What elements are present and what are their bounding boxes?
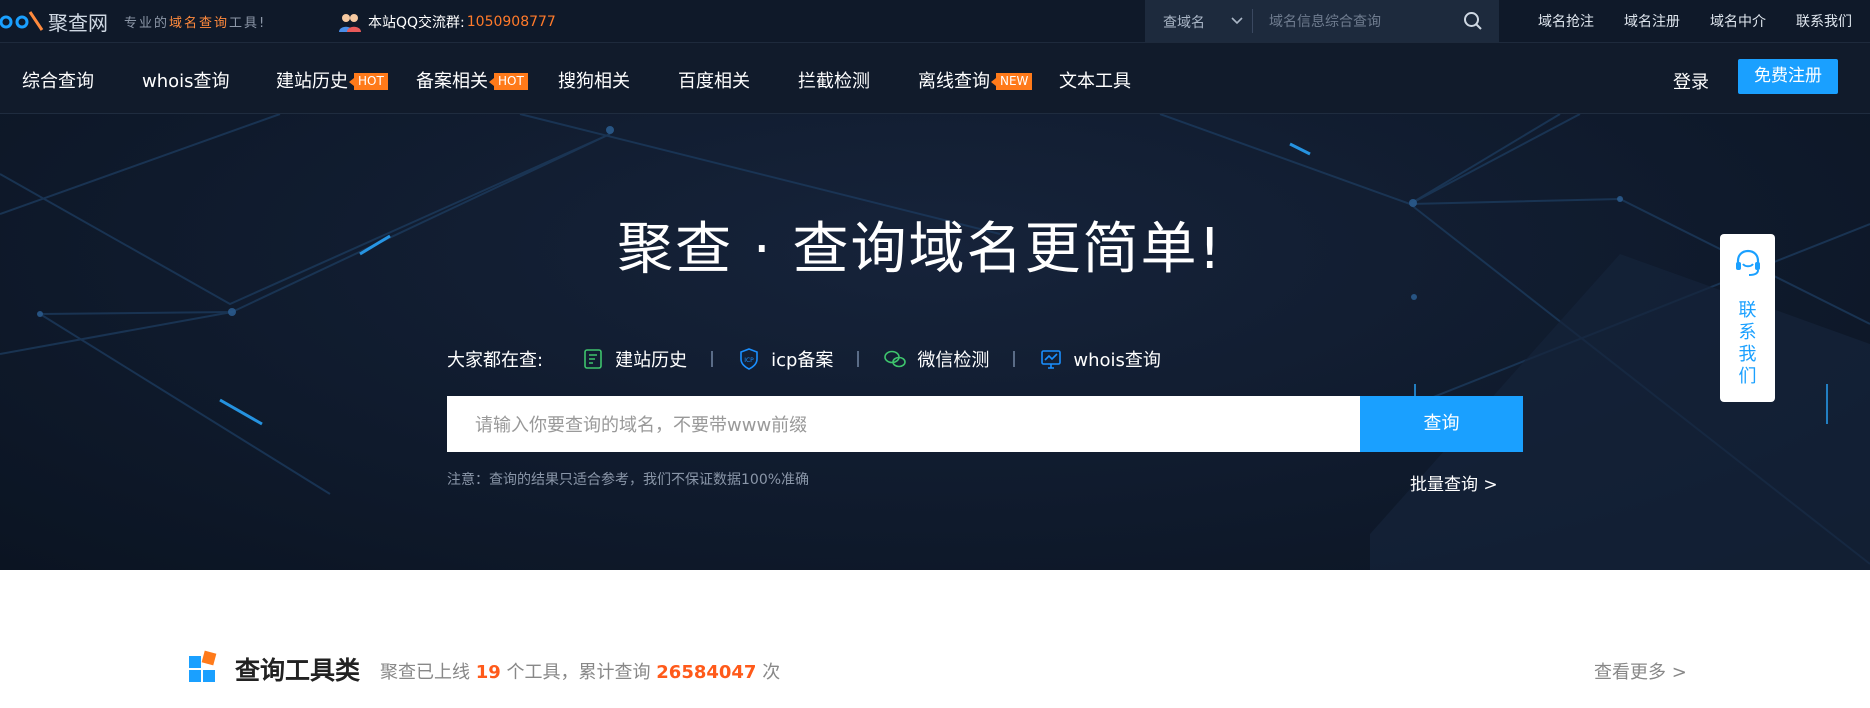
divider: [1252, 9, 1253, 33]
nav-item-label: 文本工具: [1059, 71, 1131, 92]
network-background: [0, 114, 1870, 570]
hot-item-site-history[interactable]: 建站历史: [581, 346, 687, 372]
nav-item-label: whois查询: [142, 71, 230, 92]
hot-item-label: whois查询: [1073, 350, 1161, 371]
tools-section: [0, 571, 1870, 708]
tool-count: 19: [475, 662, 501, 683]
qq-number[interactable]: 1050908777: [467, 14, 556, 30]
login-link[interactable]: 登录: [1673, 68, 1709, 94]
tools-category-icon: [189, 650, 217, 682]
top-link-domain-snatch[interactable]: 域名抢注: [1538, 11, 1594, 31]
top-search-input[interactable]: [1267, 9, 1451, 35]
hot-item-label: icp备案: [771, 350, 834, 371]
logo-icon: [0, 11, 44, 31]
divider: [1013, 351, 1016, 367]
top-link-contact[interactable]: 联系我们: [1796, 11, 1852, 31]
section-title: 查询工具类: [235, 656, 361, 685]
hot-item-label: 微信检测: [917, 350, 990, 371]
nav-item-baidu[interactable]: 百度相关: [678, 67, 750, 93]
contact-us-label: 联系我们: [1720, 300, 1775, 388]
batch-query-link[interactable]: 批量查询 >: [1410, 470, 1498, 495]
divider: [711, 351, 714, 367]
nav-item-offline[interactable]: 离线查询 NEW: [918, 67, 1033, 93]
query-count: 26584047: [656, 662, 757, 683]
hero-title: 聚查 · 查询域名更简单!: [617, 217, 1223, 282]
nav-item-label: 百度相关: [678, 71, 750, 92]
hot-item-label: 建站历史: [615, 350, 688, 371]
stats-middle: 个工具，累计查询: [506, 662, 651, 683]
main-nav: 综合查询 whois查询 建站历史 HOT 备案相关 HOT 搜狗相关 百度相关 拦…: [0, 43, 1870, 114]
nav-item-whois[interactable]: whois查询: [142, 67, 230, 93]
see-more-link[interactable]: 查看更多 >: [1594, 658, 1687, 684]
hot-searches-label: 大家都在查:: [447, 350, 544, 371]
slogan-suffix: 工具!: [229, 16, 267, 31]
divider: [857, 351, 860, 367]
user-group-icon: [339, 14, 361, 32]
whois-monitor-icon: [1041, 350, 1062, 369]
contact-us-widget[interactable]: 联系我们: [1720, 234, 1775, 402]
nav-item-label: 搜狗相关: [558, 71, 630, 92]
hero-section: 聚查 · 查询域名更简单! 大家都在查: 建站历史 ICP icp备案 微信检测…: [0, 114, 1870, 570]
register-button[interactable]: 免费注册: [1738, 59, 1838, 94]
hot-searches: 大家都在查: 建站历史 ICP icp备案 微信检测 whois查询: [447, 346, 1161, 372]
nav-item-label: 离线查询: [918, 71, 990, 92]
contact-us-text: 联系我们: [1738, 300, 1757, 387]
slogan: 专业的域名查询工具!: [124, 12, 266, 31]
top-search-bar: 查域名: [1145, 0, 1499, 42]
query-button[interactable]: 查询: [1360, 396, 1523, 452]
nav-item-label: 拦截检测: [798, 71, 870, 92]
headset-icon: [1736, 249, 1760, 276]
domain-search-box: [447, 396, 1360, 454]
slogan-highlight: 域名查询: [169, 16, 230, 31]
chevron-down-icon[interactable]: [1229, 12, 1245, 28]
disclaimer-note: 注意：查询的结果只适合参考，我们不保证数据100%准确: [447, 472, 810, 488]
nav-item-text-tools[interactable]: 文本工具: [1059, 67, 1131, 93]
new-badge: NEW: [990, 73, 1033, 90]
history-icon: [584, 349, 602, 369]
top-link-domain-broker[interactable]: 域名中介: [1710, 11, 1766, 31]
hot-item-icp[interactable]: ICP icp备案: [737, 346, 833, 372]
top-bar: 聚查网 专业的域名查询工具! 本站QQ交流群: 1050908777 查域名 域…: [0, 0, 1870, 43]
svg-text:ICP: ICP: [744, 357, 754, 364]
nav-item-comprehensive[interactable]: 综合查询: [22, 67, 94, 93]
slogan-prefix: 专业的: [124, 16, 170, 31]
top-link-domain-register[interactable]: 域名注册: [1624, 11, 1680, 31]
qq-group-info: 本站QQ交流群: 1050908777: [338, 10, 556, 34]
section-stats: 聚查已上线 19 个工具，累计查询 26584047 次: [380, 658, 780, 684]
hot-item-wechat[interactable]: 微信检测: [883, 346, 989, 372]
stats-suffix: 次: [762, 662, 781, 683]
wechat-icon: [884, 350, 907, 368]
hot-badge: HOT: [349, 73, 388, 90]
hot-badge: HOT: [489, 73, 528, 90]
nav-item-icp[interactable]: 备案相关 HOT: [416, 67, 528, 93]
domain-search-input[interactable]: [473, 396, 1337, 454]
nav-item-block-check[interactable]: 拦截检测: [798, 67, 870, 93]
nav-item-sogou[interactable]: 搜狗相关: [558, 67, 630, 93]
nav-item-label: 备案相关: [416, 71, 488, 92]
qq-label: 本站QQ交流群:: [368, 15, 465, 31]
icp-shield-icon: ICP: [740, 348, 758, 370]
logo-name: 聚查网: [48, 10, 108, 35]
site-logo[interactable]: 聚查网: [0, 8, 108, 35]
nav-item-site-history[interactable]: 建站历史 HOT: [276, 67, 388, 93]
search-icon[interactable]: [1463, 11, 1483, 31]
top-links: 域名抢注 域名注册 域名中介 联系我们: [1538, 11, 1852, 31]
nav-item-label: 综合查询: [22, 71, 94, 92]
hot-item-whois[interactable]: whois查询: [1039, 346, 1161, 372]
search-type-select[interactable]: 查域名: [1163, 12, 1205, 32]
stats-prefix: 聚查已上线: [380, 662, 470, 683]
nav-item-label: 建站历史: [276, 71, 348, 92]
